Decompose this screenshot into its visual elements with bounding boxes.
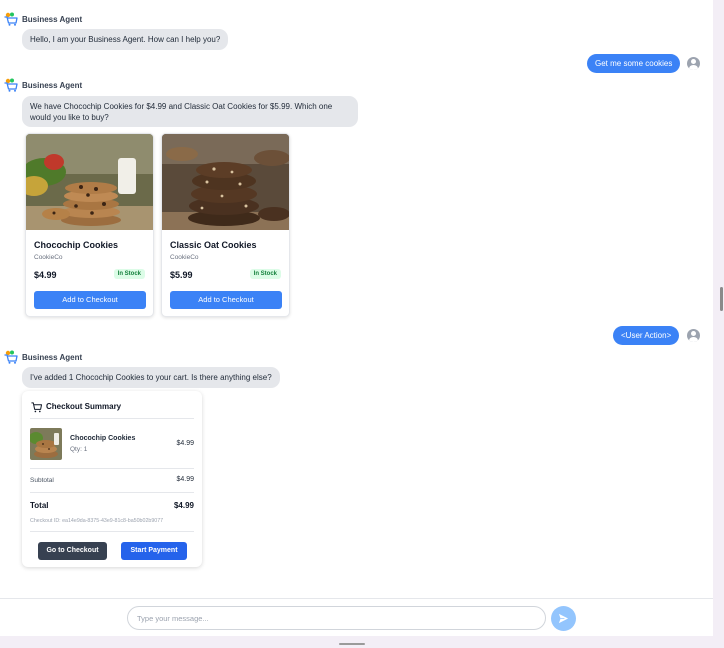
total-value: $4.99 <box>173 501 194 510</box>
chat-app: Business Agent Hello, I am your Business… <box>0 0 713 636</box>
cart-icon <box>31 402 42 413</box>
product-card: Chocochip Cookies CookieCo $4.99 In Stoc… <box>25 133 154 317</box>
agent-message-greeting: Hello, I am your Business Agent. How can… <box>22 29 229 50</box>
checkout-item-image <box>30 428 62 460</box>
go-to-checkout-button[interactable]: Go to Checkout <box>38 542 107 560</box>
user-avatar-icon <box>687 57 700 70</box>
agent-message-offer: We have Chocochip Cookies for $4.99 and … <box>22 96 358 127</box>
agent-name: Business Agent <box>22 81 83 90</box>
message-input-bar <box>0 598 713 636</box>
resize-handle[interactable] <box>339 643 365 645</box>
message-input[interactable] <box>127 606 546 630</box>
product-image-oat <box>162 134 289 230</box>
shopping-cart-agent-icon <box>4 350 18 364</box>
subtotal-value: $4.99 <box>176 476 194 483</box>
product-name: Chocochip Cookies <box>34 240 119 250</box>
divider <box>30 418 194 419</box>
checkout-summary-card: Checkout Summary Chocochip Cookies Qty: … <box>22 391 202 567</box>
product-price: $4.99 <box>34 270 57 280</box>
send-icon <box>558 613 569 624</box>
stock-badge: In Stock <box>113 269 145 279</box>
product-image-chocochip <box>26 134 153 230</box>
agent-name: Business Agent <box>22 15 83 24</box>
send-button[interactable] <box>551 606 576 631</box>
checkout-item-qty: Qty: 1 <box>70 446 88 453</box>
add-to-checkout-button[interactable]: Add to Checkout <box>170 291 282 309</box>
product-card: Classic Oat Cookies CookieCo $5.99 In St… <box>161 133 290 317</box>
product-brand: CookieCo <box>34 254 63 261</box>
divider <box>30 531 194 532</box>
scrollbar[interactable] <box>713 0 724 636</box>
product-brand: CookieCo <box>170 254 199 261</box>
user-message-request: Get me some cookies <box>587 54 681 73</box>
checkout-item-name: Chocochip Cookies <box>70 435 136 442</box>
total-label: Total <box>30 501 49 510</box>
product-name: Classic Oat Cookies <box>170 240 257 250</box>
shopping-cart-agent-icon <box>4 78 18 92</box>
user-avatar-icon <box>687 329 700 342</box>
product-price: $5.99 <box>170 270 193 280</box>
checkout-id: Checkout ID: ea14e9da-8375-43e9-81c8-ba5… <box>30 518 164 524</box>
start-payment-button[interactable]: Start Payment <box>121 542 187 560</box>
subtotal-label: Subtotal <box>30 477 54 484</box>
divider <box>30 468 194 469</box>
agent-name: Business Agent <box>22 353 83 362</box>
agent-message-confirmation: I've added 1 Chocochip Cookies to your c… <box>22 367 280 388</box>
checkout-title: Checkout Summary <box>46 402 122 411</box>
user-message-action: <User Action> <box>613 326 680 345</box>
shopping-cart-agent-icon <box>4 12 18 26</box>
add-to-checkout-button[interactable]: Add to Checkout <box>34 291 146 309</box>
divider <box>30 492 194 493</box>
scroll-thumb[interactable] <box>720 287 723 311</box>
stock-badge: In Stock <box>249 269 281 279</box>
checkout-item-price: $4.99 <box>176 440 194 447</box>
